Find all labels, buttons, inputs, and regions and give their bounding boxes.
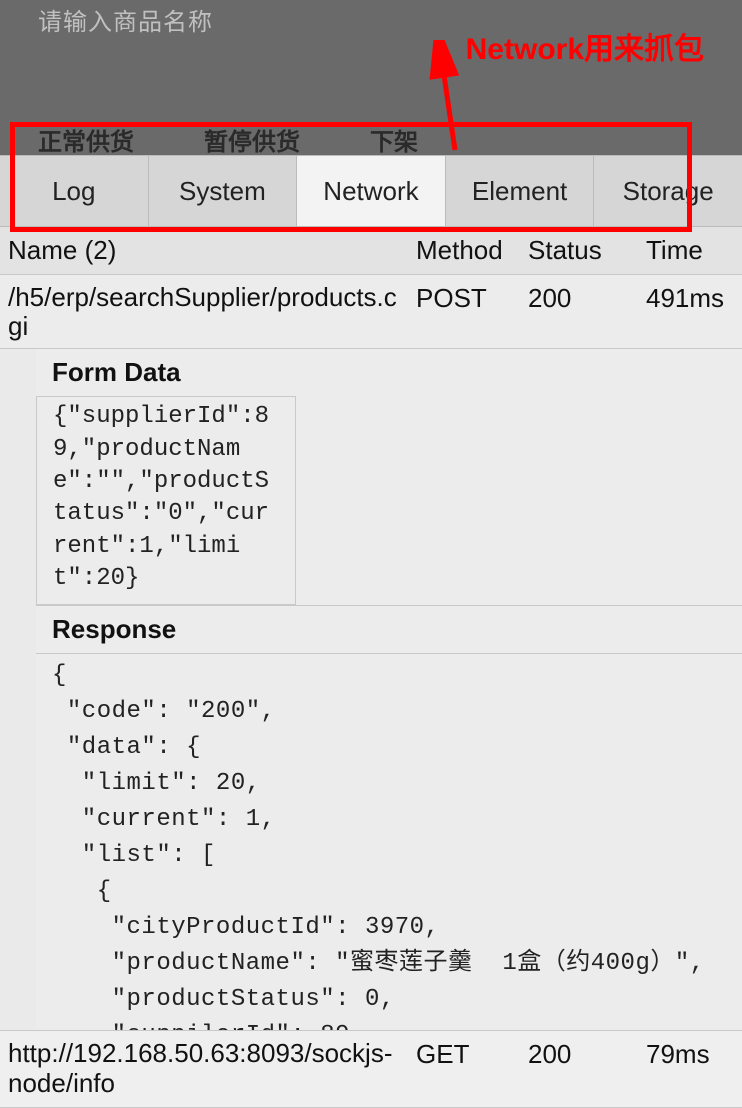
form-data-value[interactable]: {"supplierId":89,"productName":"","produ… xyxy=(37,397,295,599)
form-data-label: Form Data xyxy=(36,349,742,396)
request-time: 79ms xyxy=(638,1031,742,1107)
arrow-icon xyxy=(415,40,475,160)
background-app: 请输入商品名称 正常供货 暂停供货 下架 Network用来抓包 xyxy=(0,0,742,155)
request-time: 491ms xyxy=(638,275,742,348)
tab-system[interactable]: System xyxy=(149,156,298,226)
bg-tab: 下架 xyxy=(370,122,418,157)
col-name: Name (2) xyxy=(0,227,408,274)
network-request-row[interactable]: http://192.168.50.63:8093/sockjs-node/in… xyxy=(0,1030,742,1108)
tab-element[interactable]: Element xyxy=(446,156,595,226)
request-name: /h5/erp/searchSupplier/products.cgi xyxy=(0,275,408,348)
search-placeholder: 请输入商品名称 xyxy=(38,2,213,37)
bg-tab: 暂停供货 xyxy=(204,122,300,157)
col-status: Status xyxy=(520,227,638,274)
network-table-header: Name (2) Method Status Time xyxy=(0,227,742,275)
col-time: Time xyxy=(638,227,742,274)
request-status: 200 xyxy=(520,1031,638,1107)
tab-storage[interactable]: Storage xyxy=(594,156,742,226)
request-status: 200 xyxy=(520,275,638,348)
bg-tab: 正常供货 xyxy=(38,122,134,157)
tab-log[interactable]: Log xyxy=(0,156,149,226)
response-label: Response xyxy=(36,605,742,653)
network-request-row[interactable]: /h5/erp/searchSupplier/products.cgi POST… xyxy=(0,275,742,349)
request-detail-panel: Form Data {"supplierId":89,"productName"… xyxy=(36,349,742,1030)
request-name: http://192.168.50.63:8093/sockjs-node/in… xyxy=(0,1031,408,1107)
request-method: POST xyxy=(408,275,520,348)
col-method: Method xyxy=(408,227,520,274)
request-method: GET xyxy=(408,1031,520,1107)
annotation-text: Network用来抓包 xyxy=(466,24,704,68)
devtools-tabbar: Log System Network Element Storage xyxy=(0,155,742,227)
background-tabs: 正常供货 暂停供货 下架 xyxy=(38,122,418,157)
tab-network[interactable]: Network xyxy=(297,156,446,226)
response-value[interactable]: { "code": "200", "data": { "limit": 20, … xyxy=(36,654,742,1031)
